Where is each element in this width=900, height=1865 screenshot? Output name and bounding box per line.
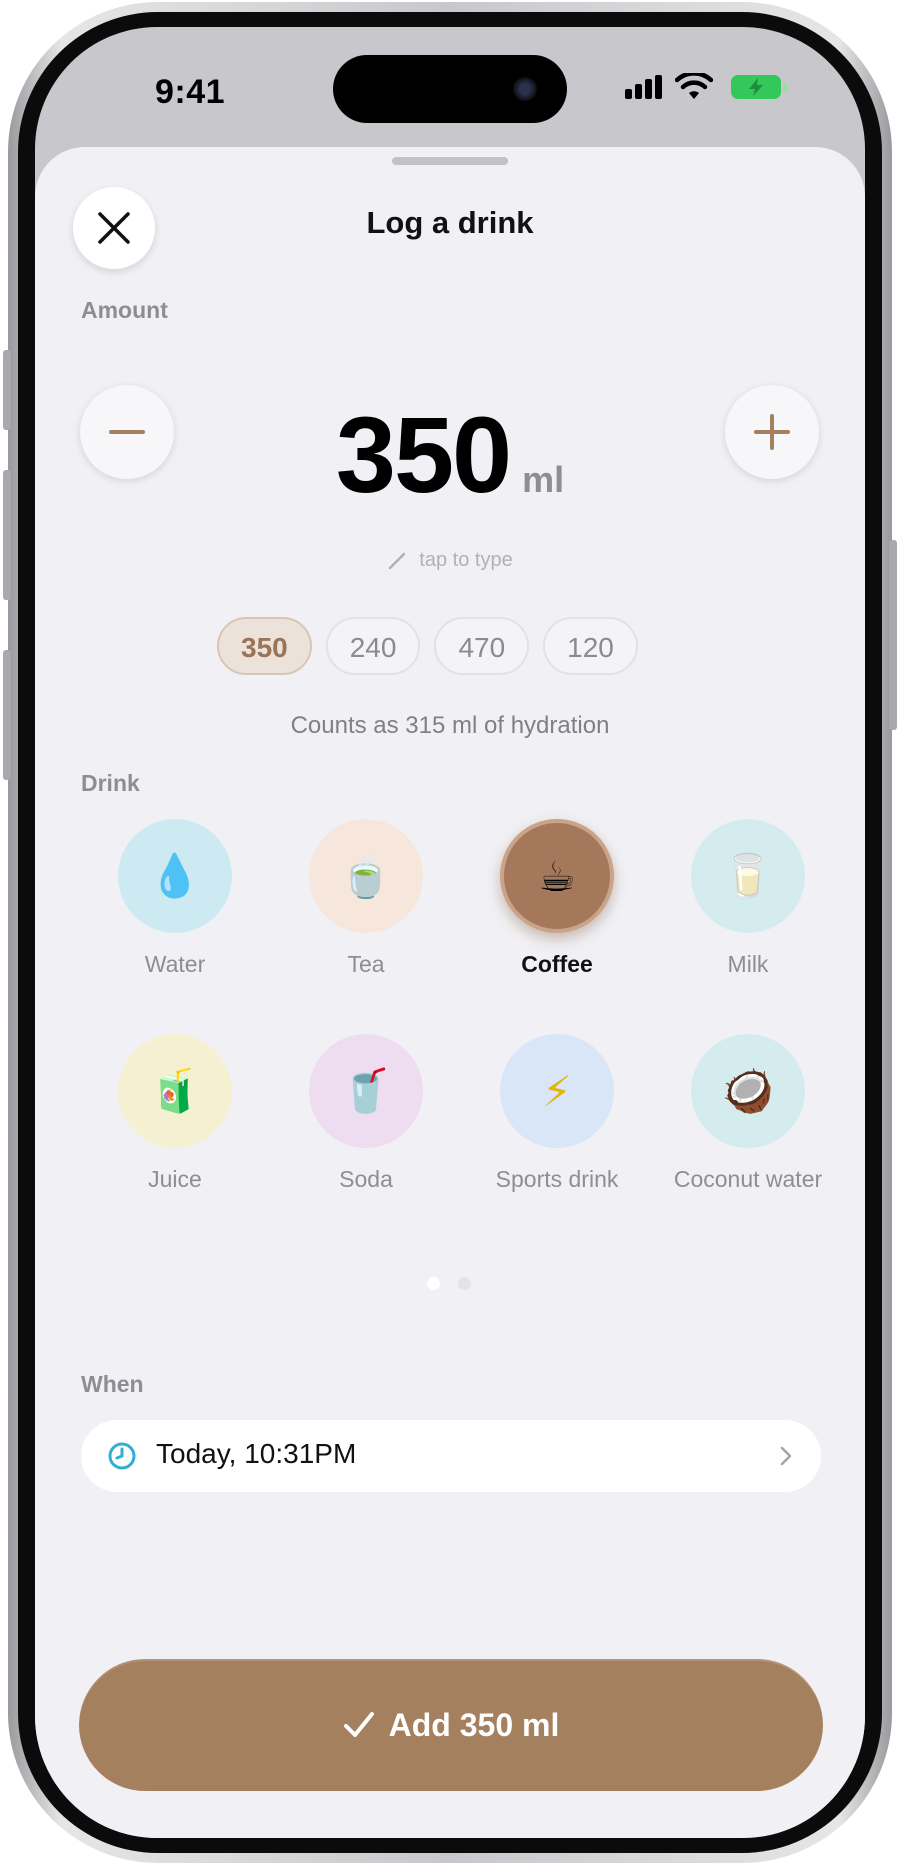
drink-option-juice[interactable]: 🧃 Juice [80, 1034, 270, 1193]
wifi-icon [675, 73, 713, 99]
coffee-icon: ☕ [500, 819, 614, 933]
add-drink-button[interactable]: Add 350 ml [79, 1659, 823, 1791]
preset-chip[interactable]: 240 [325, 617, 421, 675]
when-picker-row[interactable]: Today, 10:31PM [81, 1420, 821, 1492]
preset-chip[interactable]: 470 [434, 617, 530, 675]
preset-chip[interactable]: 350 [217, 617, 312, 675]
soda-icon: 🥤 [309, 1034, 423, 1148]
tap-hint-label: tap to type [419, 549, 513, 571]
clock-icon [108, 1442, 136, 1470]
status-time: 9:41 [155, 73, 226, 111]
pencil-icon [389, 552, 406, 569]
drink-label: Soda [339, 1166, 393, 1192]
when-value: Today, 10:31PM [156, 1438, 357, 1469]
volume-down-button [3, 650, 11, 780]
drink-label: Juice [148, 1166, 202, 1192]
drink-page-indicator[interactable] [427, 1277, 489, 1295]
drink-label: Coffee [521, 951, 593, 977]
juice-icon: 🧃 [118, 1034, 232, 1148]
amount-section-label: Amount [81, 297, 168, 323]
chevron-right-icon [780, 1446, 792, 1466]
volume-up-button [3, 470, 11, 600]
drink-option-soda[interactable]: 🥤 Soda [271, 1034, 461, 1193]
plus-icon [754, 414, 790, 450]
power-button [889, 540, 897, 730]
add-button-label: Add 350 ml [388, 1706, 560, 1743]
lightning-icon: ⚡ [500, 1034, 614, 1148]
drink-label: Tea [347, 951, 385, 977]
drink-label: Water [144, 951, 206, 977]
drink-label: Coconut water [673, 1166, 823, 1192]
drink-option-water[interactable]: 💧 Water [80, 819, 270, 978]
battery-icon [731, 75, 787, 99]
increase-amount-button[interactable] [725, 385, 819, 479]
tap-to-type-hint[interactable]: tap to type [35, 549, 865, 572]
drink-option-coconut-water[interactable]: 🥥 Coconut water [653, 1034, 843, 1193]
hydration-note: Counts as 315 ml of hydration [290, 712, 610, 739]
when-section-label: When [81, 1371, 144, 1397]
drink-option-tea[interactable]: 🍵 Tea [271, 819, 461, 978]
drink-label: Milk [727, 951, 769, 977]
checkmark-icon [343, 1712, 374, 1737]
front-camera [513, 77, 537, 101]
preset-chip[interactable]: 120 [543, 617, 638, 675]
page-dot[interactable] [458, 1277, 471, 1290]
log-drink-sheet: Log a drink Amount 350 ml tap to type 350… [35, 147, 865, 1838]
drink-label: Sports drink [495, 1166, 619, 1192]
charging-bolt-icon [749, 78, 763, 96]
amount-value: 350 [335, 394, 512, 515]
milk-icon: 🥛 [691, 819, 805, 933]
drink-option-coffee[interactable]: ☕ Coffee [462, 819, 652, 978]
amount-presets: 350 240 470 120 [217, 617, 638, 675]
drink-section-label: Drink [81, 770, 140, 796]
drink-option-milk[interactable]: 🥛 Milk [653, 819, 843, 978]
status-bar: 9:41 [35, 27, 865, 147]
amount-unit: ml [522, 459, 565, 500]
coconut-icon: 🥥 [691, 1034, 805, 1148]
screen: 9:41 Log a drink Amount 350 ml tap to ty… [35, 27, 865, 1838]
cellular-signal-icon [625, 75, 662, 99]
tea-icon: 🍵 [309, 819, 423, 933]
action-button [3, 350, 11, 430]
page-dot-active[interactable] [427, 1277, 440, 1290]
drink-option-sports-drink[interactable]: ⚡ Sports drink [462, 1034, 652, 1193]
water-icon: 💧 [118, 819, 232, 933]
sheet-grabber[interactable] [392, 157, 508, 165]
sheet-title: Log a drink [366, 205, 534, 240]
dynamic-island [333, 55, 567, 123]
